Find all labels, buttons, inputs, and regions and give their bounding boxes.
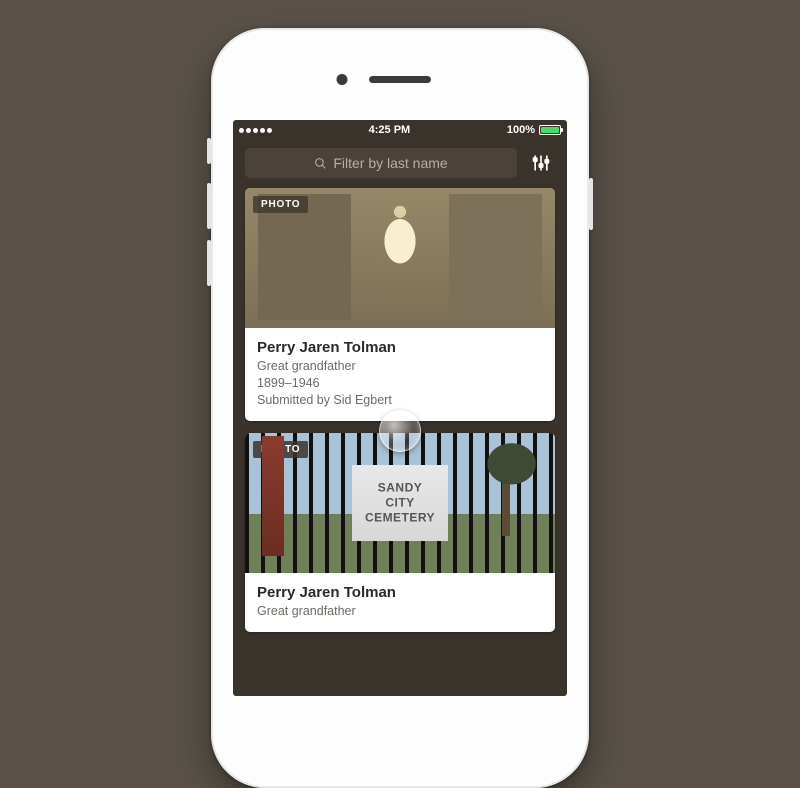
relation-label: Great grandfather	[257, 358, 543, 375]
search-placeholder: Filter by last name	[333, 155, 447, 171]
volume-down	[207, 240, 211, 286]
search-input[interactable]: Filter by last name	[245, 148, 517, 178]
sign-line: SANDY	[352, 480, 448, 495]
battery-percent: 100%	[507, 124, 535, 136]
sign-line: CITY	[352, 495, 448, 510]
submitter-label: Submitted by Sid Egbert	[257, 392, 543, 409]
memory-thumbnail: PHOTO	[245, 188, 555, 328]
memory-thumbnail: PHOTO SANDY CITY CEMETERY	[245, 433, 555, 573]
type-badge: PHOTO	[253, 441, 308, 458]
search-icon	[314, 157, 327, 170]
status-time: 4:25 PM	[369, 124, 411, 136]
volume-up	[207, 183, 211, 229]
screen: 4:25 PM 100% Filter by last name	[233, 120, 567, 696]
memory-list[interactable]: PHOTO Perry Jaren Tolman Great grandfath…	[233, 188, 567, 632]
person-name: Perry Jaren Tolman	[257, 338, 543, 358]
battery-icon	[539, 125, 561, 135]
power-button	[589, 178, 593, 230]
memory-meta: Perry Jaren Tolman Great grandfather	[245, 573, 555, 632]
cemetery-sign: SANDY CITY CEMETERY	[352, 480, 448, 525]
memory-card[interactable]: PHOTO Perry Jaren Tolman Great grandfath…	[245, 188, 555, 421]
person-name: Perry Jaren Tolman	[257, 583, 543, 603]
status-bar: 4:25 PM 100%	[233, 120, 567, 140]
toolbar: Filter by last name	[233, 140, 567, 188]
mute-switch	[207, 138, 211, 164]
sliders-icon	[531, 153, 551, 173]
relation-label: Great grandfather	[257, 603, 543, 620]
front-camera	[337, 74, 348, 85]
filter-button[interactable]	[527, 149, 555, 177]
phone-frame: 4:25 PM 100% Filter by last name	[211, 28, 589, 788]
speaker-grill	[369, 76, 431, 83]
type-badge: PHOTO	[253, 196, 308, 213]
sign-line: CEMETERY	[352, 510, 448, 525]
life-dates: 1899–1946	[257, 375, 543, 392]
signal-dots-icon	[239, 128, 272, 133]
memory-card[interactable]: PHOTO SANDY CITY CEMETERY Perry Jaren To…	[245, 433, 555, 632]
memory-meta: Perry Jaren Tolman Great grandfather 189…	[245, 328, 555, 421]
